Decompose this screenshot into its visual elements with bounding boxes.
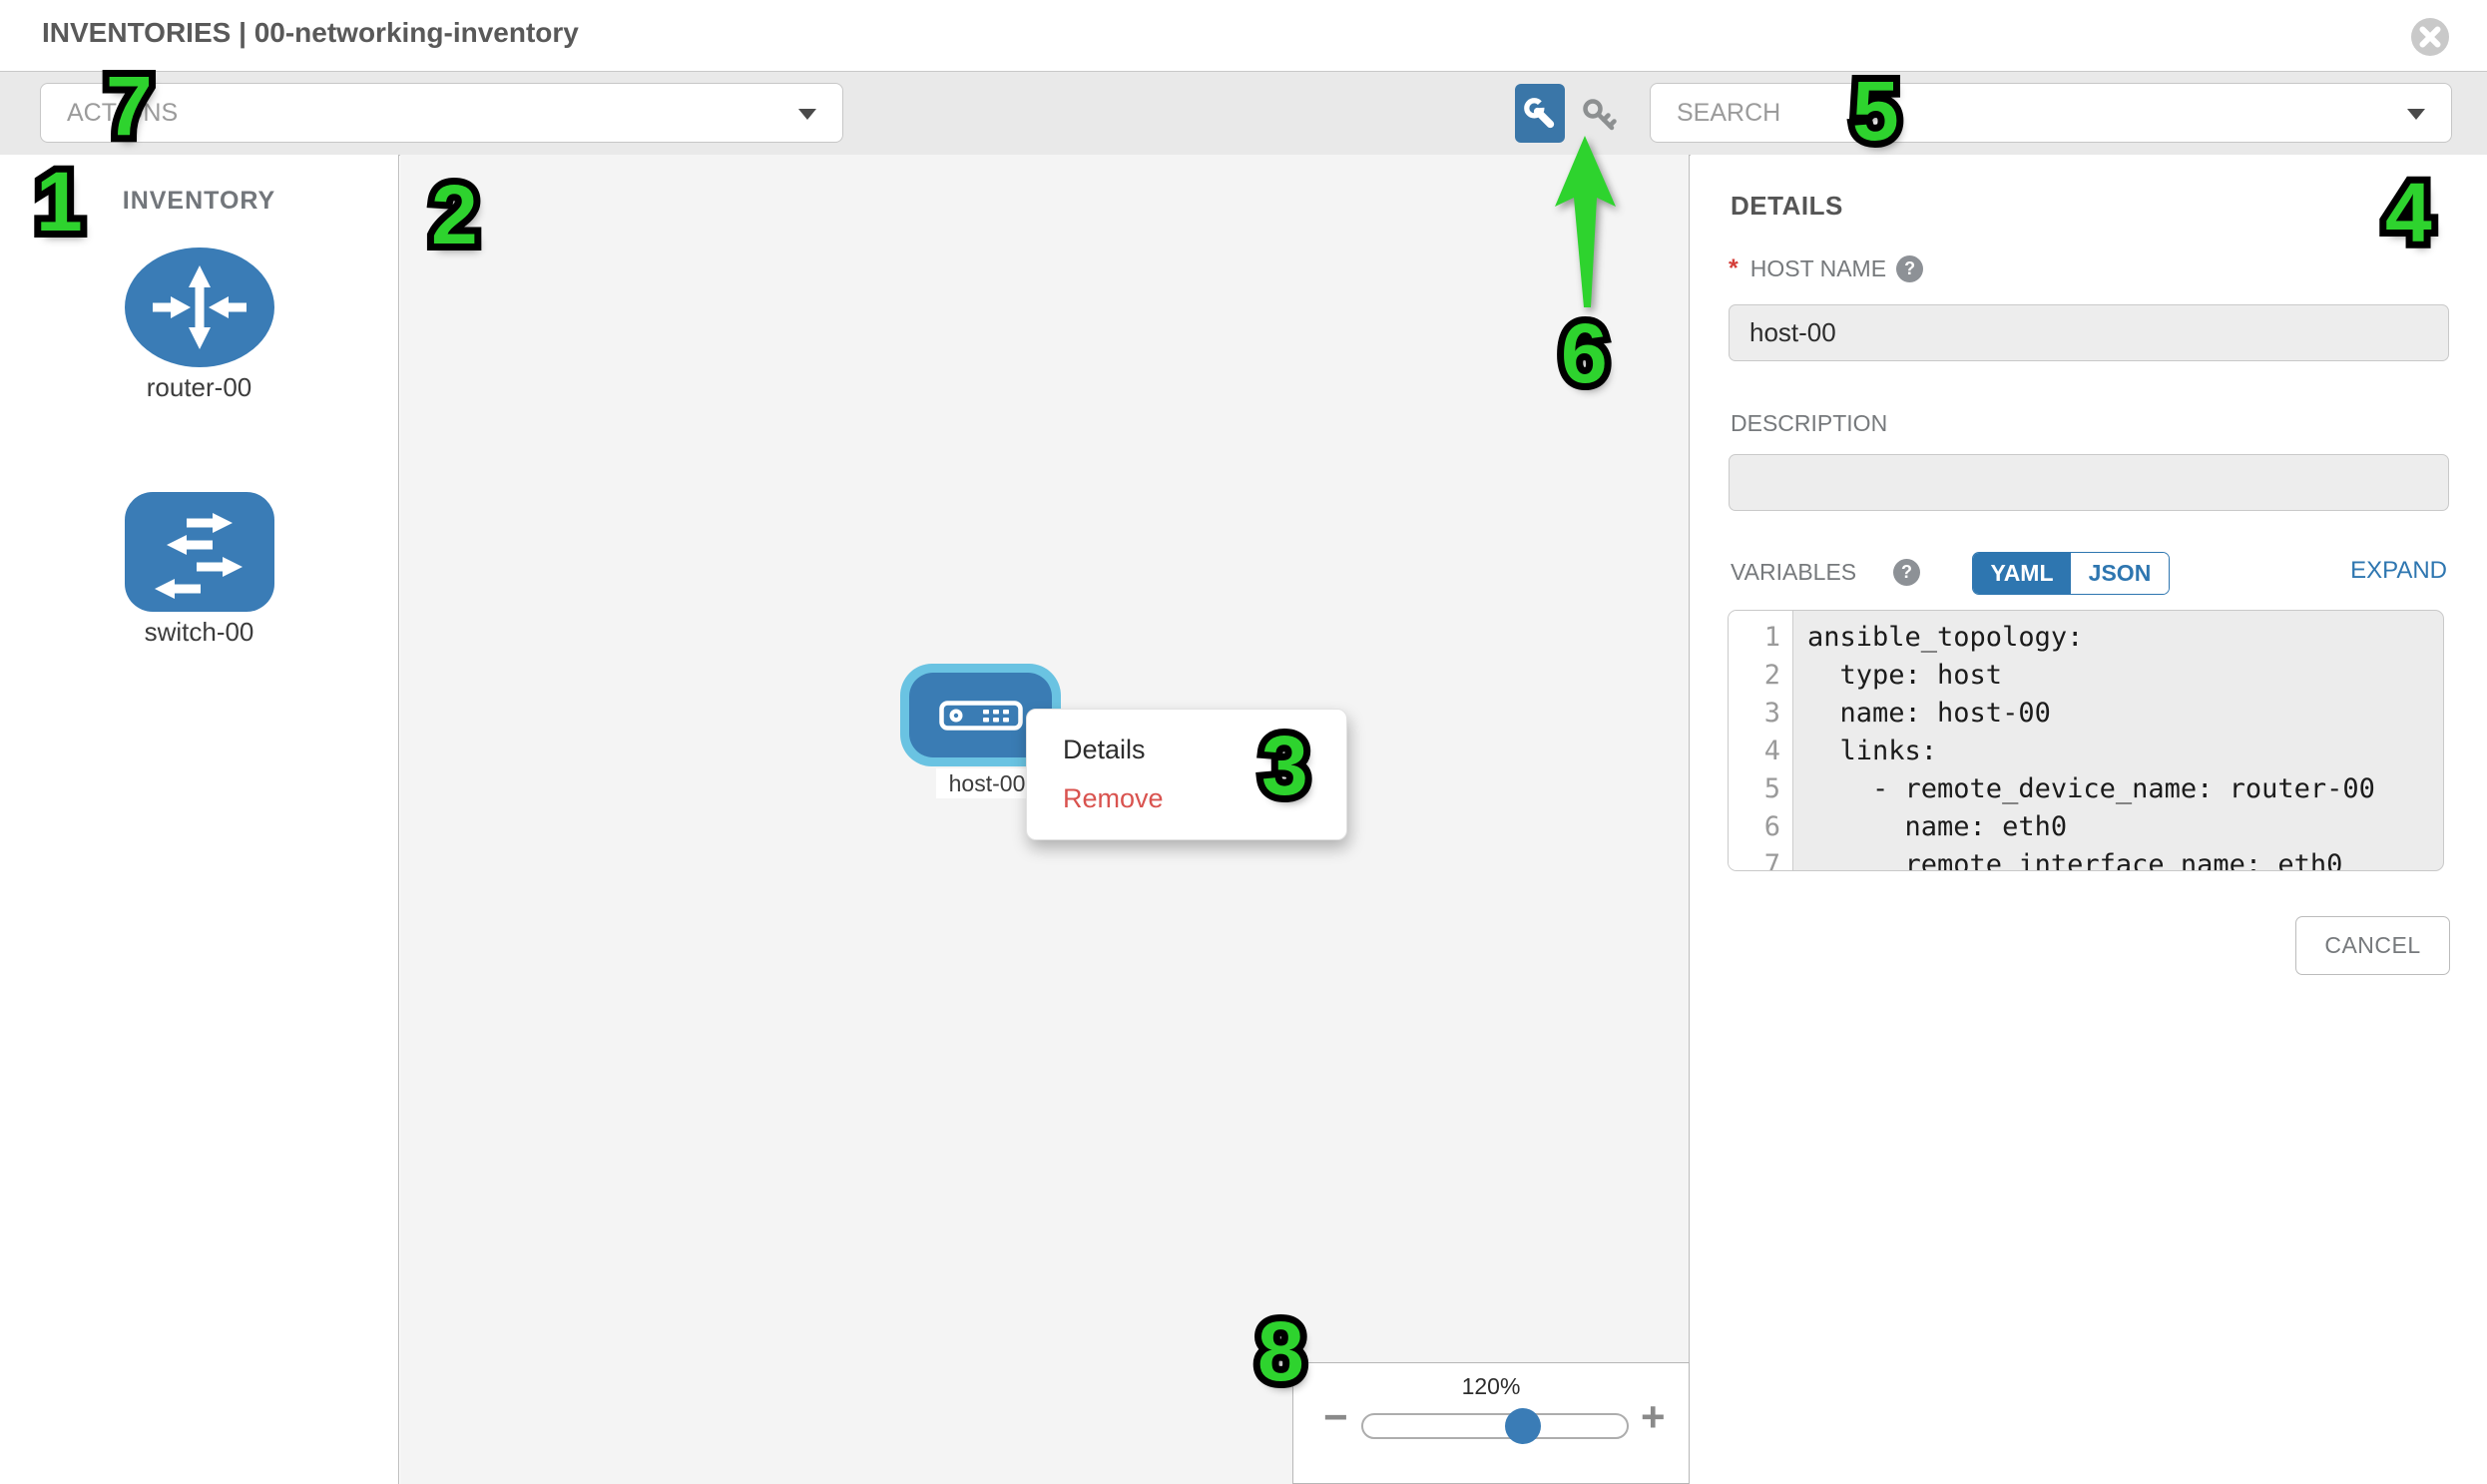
- code-line: 6 name: eth0: [1729, 808, 2443, 846]
- chevron-down-icon: [2407, 109, 2425, 120]
- close-button[interactable]: [2409, 16, 2451, 58]
- zoom-in-button[interactable]: +: [1641, 1393, 1666, 1441]
- zoom-control: 120% − +: [1292, 1362, 1690, 1484]
- topology-canvas[interactable]: host-00 Details Remove 120% − +: [400, 155, 1690, 1484]
- host-name-label: HOST NAME: [1750, 255, 1886, 282]
- line-text: name: host-00: [1793, 695, 2051, 733]
- context-menu: Details Remove: [1026, 709, 1347, 840]
- credentials-button[interactable]: [1580, 96, 1620, 136]
- code-line: 3 name: host-00: [1729, 695, 2443, 733]
- inventory-sidebar: INVENTORY router-00: [0, 155, 399, 1484]
- cancel-button[interactable]: CANCEL: [2295, 916, 2450, 975]
- actions-dropdown[interactable]: ACTIONS: [40, 83, 843, 143]
- editor-content: 1 ansible_topology: 2 type: host 3 name:…: [1729, 611, 2443, 870]
- zoom-slider-thumb[interactable]: [1505, 1408, 1541, 1444]
- sidebar-item-switch-00[interactable]: [125, 492, 274, 617]
- line-text: links:: [1793, 733, 1937, 770]
- question-icon: ?: [1893, 559, 1920, 586]
- variables-label: VARIABLES: [1731, 559, 1856, 586]
- switch-icon: [125, 492, 274, 612]
- code-line: 5 - remote_device_name: router-00: [1729, 770, 2443, 808]
- line-number: 6: [1729, 808, 1793, 846]
- toolbar: ACTIONS SEARCH: [0, 72, 2487, 156]
- toggle-json[interactable]: JSON: [2071, 553, 2169, 594]
- variables-header-row: VARIABLES ? YAML JSON EXPAND: [1731, 552, 2447, 594]
- line-number: 5: [1729, 770, 1793, 808]
- line-number: 7: [1729, 846, 1793, 871]
- description-input[interactable]: [1729, 454, 2449, 511]
- code-line: 7 remote_interface_name: eth0: [1729, 846, 2443, 871]
- line-text: - remote_device_name: router-00: [1793, 770, 2375, 808]
- variables-format-toggle: YAML JSON: [1972, 552, 2170, 595]
- zoom-level-value: 120%: [1293, 1373, 1689, 1400]
- question-icon: ?: [1896, 255, 1923, 282]
- zoom-out-button[interactable]: −: [1323, 1393, 1348, 1441]
- host-name-input[interactable]: [1729, 304, 2449, 361]
- wrench-icon: [1523, 97, 1557, 131]
- toggle-yaml[interactable]: YAML: [1973, 553, 2071, 594]
- line-text: name: eth0: [1793, 808, 2067, 846]
- host-name-label-row: * HOST NAME ?: [1729, 254, 1923, 283]
- line-text: ansible_topology:: [1793, 619, 2083, 657]
- line-text: type: host: [1793, 657, 2002, 695]
- variables-code-editor[interactable]: 1 ansible_topology: 2 type: host 3 name:…: [1728, 610, 2444, 871]
- line-text: remote_interface_name: eth0: [1793, 846, 2342, 871]
- sidebar-item-router-00[interactable]: [125, 247, 274, 372]
- context-menu-item-details[interactable]: Details: [1027, 726, 1346, 774]
- line-number: 1: [1729, 619, 1793, 657]
- sidebar-title: INVENTORY: [0, 187, 398, 216]
- details-panel: DETAILS * HOST NAME ? DESCRIPTION VARIAB…: [1691, 155, 2487, 1484]
- tools-button[interactable]: [1515, 84, 1565, 143]
- search-dropdown[interactable]: SEARCH: [1650, 83, 2452, 143]
- sidebar-item-label: router-00: [0, 372, 398, 403]
- line-number: 4: [1729, 733, 1793, 770]
- key-icon: [1580, 96, 1620, 136]
- host-node-label: host-00: [936, 768, 1038, 798]
- required-asterisk: *: [1729, 254, 1739, 283]
- line-number: 3: [1729, 695, 1793, 733]
- close-icon: [2409, 16, 2451, 58]
- header: INVENTORIES | 00-networking-inventory: [0, 0, 2487, 72]
- context-menu-item-remove[interactable]: Remove: [1027, 774, 1346, 823]
- sidebar-item-label: switch-00: [0, 617, 398, 648]
- zoom-slider-track[interactable]: [1361, 1413, 1629, 1439]
- actions-dropdown-label: ACTIONS: [67, 99, 178, 128]
- host-icon: [939, 701, 1023, 731]
- code-line: 1 ansible_topology:: [1729, 619, 2443, 657]
- code-line: 4 links:: [1729, 733, 2443, 770]
- chevron-down-icon: [798, 109, 816, 120]
- search-dropdown-label: SEARCH: [1677, 99, 1780, 128]
- details-panel-title: DETAILS: [1731, 191, 1843, 222]
- router-icon: [125, 247, 274, 367]
- inventory-topology-app: INVENTORIES | 00-networking-inventory AC…: [0, 0, 2487, 1484]
- description-label: DESCRIPTION: [1731, 410, 1887, 437]
- line-number: 2: [1729, 657, 1793, 695]
- page-title: INVENTORIES | 00-networking-inventory: [42, 17, 579, 49]
- expand-link[interactable]: EXPAND: [2350, 557, 2447, 585]
- code-line: 2 type: host: [1729, 657, 2443, 695]
